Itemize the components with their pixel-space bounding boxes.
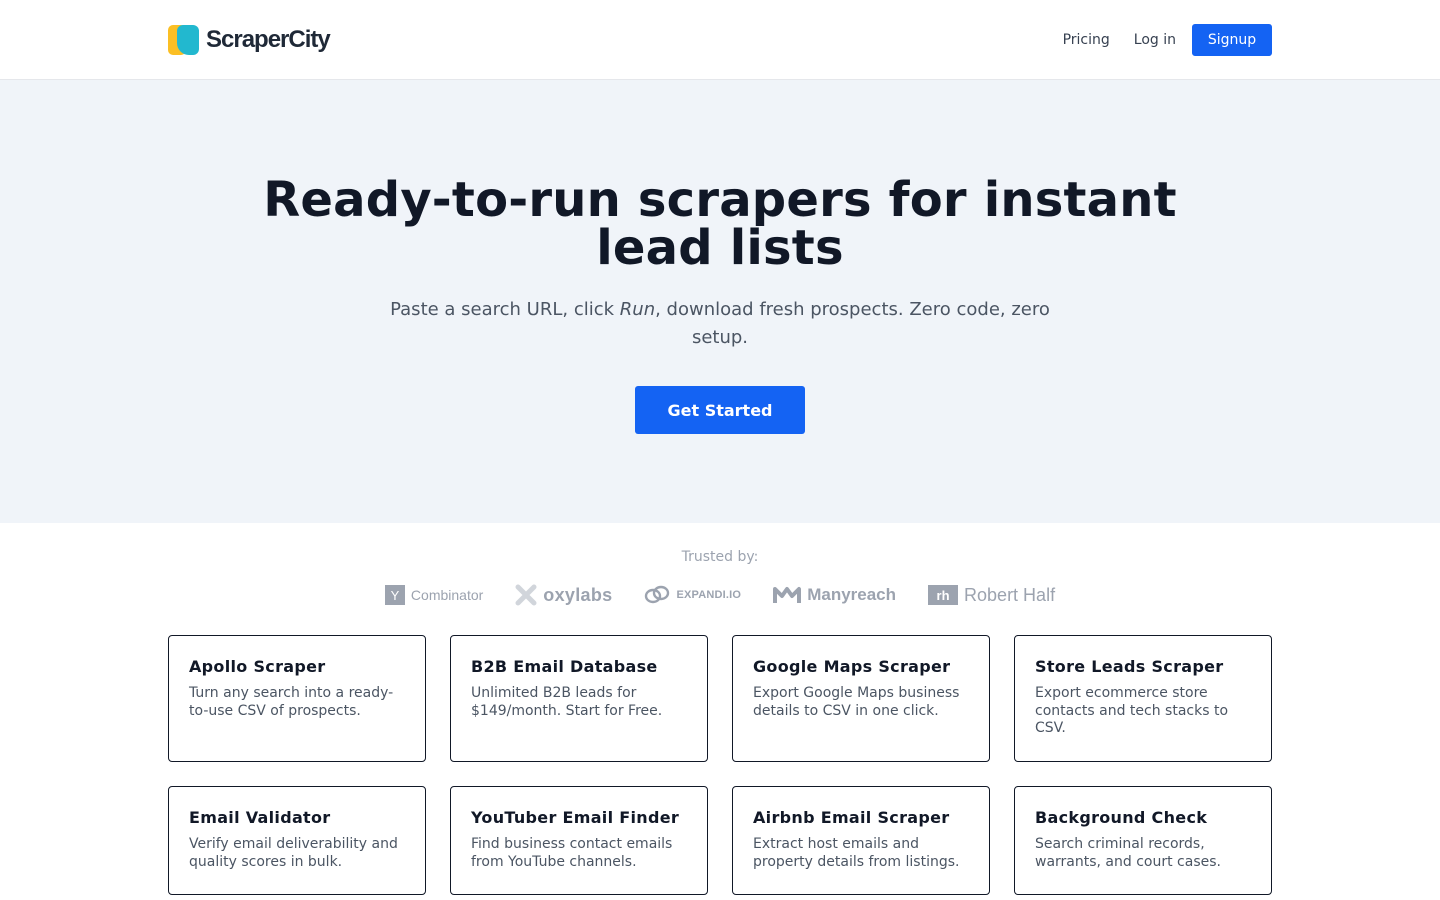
expandi-logo: EXPANDI.IO [644,584,741,606]
oxylabs-x-icon [515,584,537,606]
card-description: Search criminal records, warrants, and c… [1035,836,1221,870]
hero-subtitle-part1: Paste a search URL, click [390,299,620,320]
oxylabs-text: oxylabs [543,584,613,605]
nav-login-link[interactable]: Log in [1134,32,1176,48]
hero-title: Ready-to-run scrapers for instant lead l… [263,172,1177,276]
get-started-button[interactable]: Get Started [635,386,805,434]
oxylabs-logo: oxylabs [515,584,612,606]
card-title: Google Maps Scraper [753,657,951,676]
hero-subtitle-part2: , download fresh prospects. Zero code, z… [655,299,1050,348]
card-email-validator[interactable]: Email Validator Verify email deliverabil… [168,786,426,895]
ycombinator-text: Combinator [410,587,484,603]
manyreach-m-icon [773,587,802,603]
expandi-link-icon [645,585,670,604]
card-description: Verify email deliverability and quality … [189,836,398,870]
card-google-maps-scraper[interactable]: Google Maps Scraper Export Google Maps b… [732,635,990,762]
signup-button[interactable]: Signup [1192,24,1272,56]
card-b2b-email-database[interactable]: B2B Email Database Unlimited B2B leads f… [450,635,708,762]
card-background-check[interactable]: Background Check Search criminal records… [1014,786,1272,895]
card-description: Export ecommerce store contacts and tech… [1035,685,1229,736]
card-store-leads-scraper[interactable]: Store Leads Scraper Export ecommerce sto… [1014,635,1272,762]
site-header: ScraperCity Pricing Log in Signup [0,0,1440,80]
top-nav: Pricing Log in Signup [1063,24,1272,56]
card-airbnb-email-scraper[interactable]: Airbnb Email Scraper Extract host emails… [732,786,990,895]
hero-section: Ready-to-run scrapers for instant lead l… [0,80,1440,523]
card-title: Store Leads Scraper [1035,657,1224,676]
card-description: Turn any search into a ready-to-use CSV … [189,685,394,719]
trusted-logos: Y Combinator oxylabs EXPANDI.IO Manyreac… [0,581,1440,609]
card-description: Export Google Maps business details to C… [753,685,960,719]
logo-link[interactable]: ScraperCity [168,25,331,55]
card-apollo-scraper[interactable]: Apollo Scraper Turn any search into a re… [168,635,426,762]
roberthalf-logo: rh Robert Half [928,585,1055,606]
card-description: Find business contact emails from YouTub… [471,836,673,870]
card-youtuber-email-finder[interactable]: YouTuber Email Finder Find business cont… [450,786,708,895]
card-description: Unlimited B2B leads for $149/month. Star… [471,685,663,719]
card-title: Email Validator [189,808,331,827]
hero-subtitle-run: Run [619,299,656,320]
nav-pricing-link[interactable]: Pricing [1063,32,1110,48]
card-title: B2B Email Database [471,657,658,676]
card-description: Extract host emails and property details… [753,836,960,870]
card-title: Apollo Scraper [189,657,326,676]
roberthalf-text: Robert Half [964,584,1056,605]
expandi-text: EXPANDI.IO [676,589,742,601]
card-title: Background Check [1035,808,1208,827]
manyreach-logo: Manyreach [773,585,896,605]
hero-subtitle: Paste a search URL, click Run, download … [380,296,1060,352]
card-title: Airbnb Email Scraper [753,808,950,827]
trusted-label: Trusted by: [681,549,759,565]
trusted-section: Trusted by: Y Combinator oxylabs EXPANDI… [0,523,1440,609]
roberthalf-mark-icon: rh [928,585,959,605]
card-title: YouTuber Email Finder [471,808,680,827]
manyreach-text: Manyreach [807,585,897,604]
ycombinator-logo: Y Combinator [384,585,484,605]
scrapercity-logo-icon [168,25,200,55]
header-container: ScraperCity Pricing Log in Signup [168,0,1272,80]
ycombinator-mark-icon: Y [384,585,405,605]
logo-text: ScraperCity [206,26,331,53]
scraper-cards-grid: Apollo Scraper Turn any search into a re… [168,635,1272,895]
